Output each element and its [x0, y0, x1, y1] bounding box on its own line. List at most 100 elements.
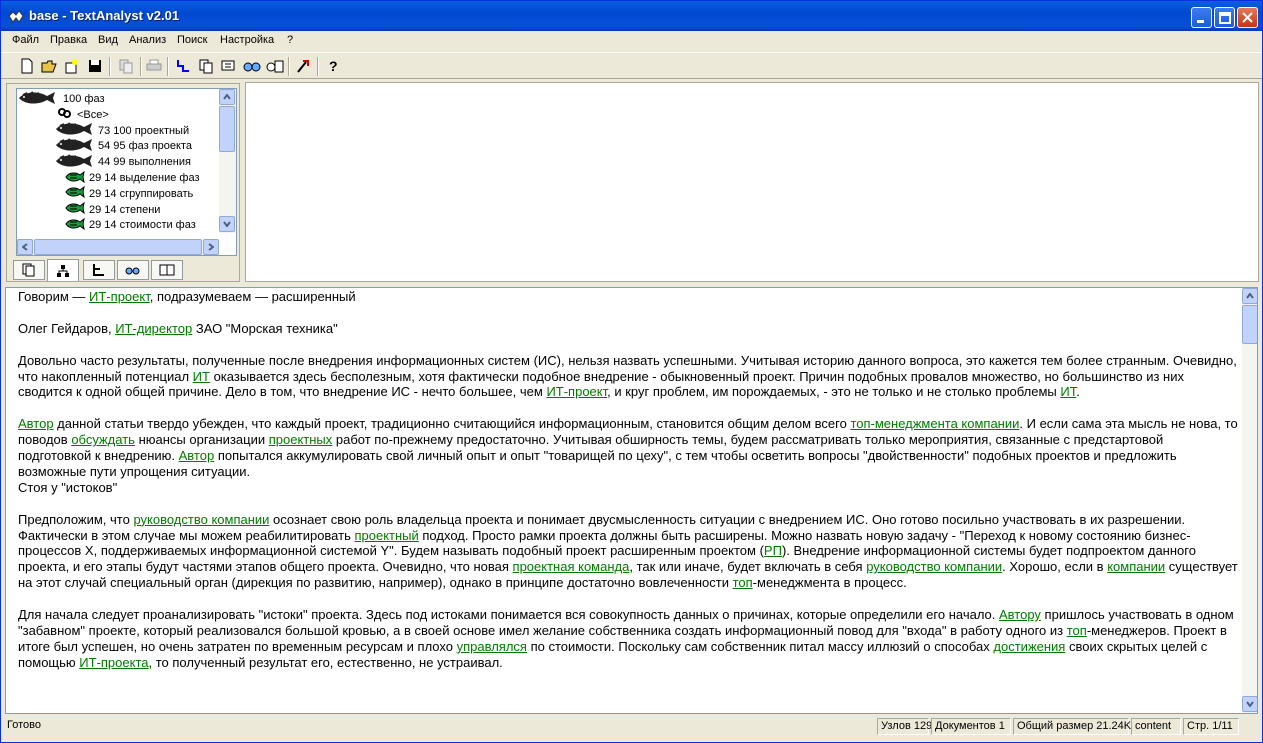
text-run: нюансы организации: [134, 432, 269, 448]
status-documents: Документов 1: [931, 718, 1011, 735]
tree-node[interactable]: 29 14 степени: [65, 201, 161, 218]
tree-node[interactable]: 29 14 стоимости фаз: [65, 217, 196, 233]
term-link[interactable]: проектный: [354, 528, 418, 543]
tab-search[interactable]: [117, 260, 149, 280]
fish-green-icon: [65, 186, 85, 201]
term-link[interactable]: РП: [764, 543, 782, 558]
copy-button[interactable]: [116, 56, 136, 76]
analyze-button[interactable]: [219, 56, 239, 76]
copy-icon: [119, 59, 133, 74]
menu-analysis[interactable]: Анализ: [129, 34, 166, 46]
text-run: Говорим —: [18, 289, 90, 304]
text-run: . Хорошо, если в: [1002, 559, 1108, 575]
text-run: , подразумеваем — расширенный: [149, 289, 356, 304]
term-link[interactable]: руководство компании: [133, 512, 269, 527]
tree-node[interactable]: 44 99 выполнения: [54, 153, 191, 171]
scroll-right-button[interactable]: [203, 239, 219, 255]
term-link[interactable]: управлялся: [457, 639, 527, 654]
tree-node[interactable]: 54 95 фаз проекта: [54, 138, 192, 154]
tab-tree[interactable]: [47, 259, 79, 281]
document-text-view[interactable]: Говорим — ИТ-проект, подразумеваем — рас…: [5, 287, 1258, 714]
tab-results[interactable]: [151, 260, 183, 280]
results-tab-icon: [159, 264, 175, 276]
scroll-up-button[interactable]: [219, 89, 235, 105]
tree-node[interactable]: <Все>: [57, 107, 109, 123]
text-paragraph: Предположим, что руководство компании ос…: [18, 512, 1240, 592]
tree-horizontal-scrollbar[interactable]: [17, 239, 219, 255]
fish-green-icon: [65, 217, 85, 233]
term-link[interactable]: ИТ: [1060, 384, 1076, 399]
text-scroll-down-button[interactable]: [1242, 696, 1257, 712]
search-button[interactable]: [242, 56, 262, 76]
fish-green-icon: [65, 201, 85, 217]
term-link[interactable]: достижения: [993, 639, 1065, 654]
term-link[interactable]: проектная команда: [513, 559, 630, 574]
term-link[interactable]: Автор: [18, 416, 54, 431]
search-icon: [243, 62, 261, 72]
tab-structure[interactable]: [83, 260, 115, 280]
chevron-right-icon: [208, 243, 214, 251]
save-button[interactable]: [85, 56, 105, 76]
term-link[interactable]: ИТ-проект: [89, 289, 150, 304]
menu-file[interactable]: Файл: [12, 34, 39, 46]
term-link[interactable]: ИТ-проекта: [79, 655, 148, 670]
documents-button[interactable]: [196, 56, 216, 76]
menu-help[interactable]: ?: [287, 34, 293, 46]
maximize-button[interactable]: [1214, 7, 1235, 28]
term-link[interactable]: топ-менеджмента компании: [850, 416, 1019, 431]
text-run: , так или иначе, будет включать в себя: [629, 559, 867, 575]
text-run: ЗАО "Морская техника": [192, 320, 338, 336]
title-bar[interactable]: base - TextAnalyst v2.01: [1, 1, 1262, 31]
term-link[interactable]: компании: [1107, 559, 1165, 574]
fish-large-icon: [54, 153, 94, 171]
tree-node[interactable]: 73 100 проектный: [54, 122, 189, 139]
tree-button[interactable]: [173, 56, 193, 76]
menu-edit[interactable]: Правка: [50, 34, 87, 46]
tree-vertical-scrollbar[interactable]: [219, 89, 236, 233]
tree-hscroll-thumb[interactable]: [34, 239, 202, 255]
tree-node-label: 29 14 степени: [89, 203, 161, 216]
tree-node[interactable]: 100 фаз: [17, 90, 105, 107]
semantic-tree[interactable]: 100 фаз <Все> 73 100 проектный 54 95 фаз пр…: [16, 88, 237, 256]
settings-button[interactable]: [293, 56, 313, 76]
window-title: base - TextAnalyst v2.01: [29, 8, 180, 23]
text-vertical-scrollbar[interactable]: [1242, 288, 1257, 713]
term-link[interactable]: обсуждать: [71, 432, 135, 447]
term-link[interactable]: ИТ: [193, 369, 210, 384]
menu-view[interactable]: Вид: [98, 34, 118, 46]
replace-button[interactable]: [265, 56, 285, 76]
properties-button[interactable]: [62, 56, 82, 76]
help-button[interactable]: ?: [323, 56, 343, 76]
text-scroll-up-button[interactable]: [1242, 288, 1257, 304]
print-button[interactable]: [144, 56, 164, 76]
scroll-left-button[interactable]: [17, 239, 33, 255]
term-link[interactable]: ИТ-директор: [115, 321, 192, 336]
menu-search[interactable]: Поиск: [177, 34, 207, 46]
tree-node-label: 29 14 сгруппировать: [89, 187, 194, 200]
term-link[interactable]: проектных: [269, 432, 333, 447]
tree-scroll-thumb[interactable]: [219, 106, 235, 152]
menu-bar: Файл Правка Вид Анализ Поиск Настройка ?: [1, 31, 1262, 51]
tab-documents[interactable]: [13, 260, 45, 280]
menu-settings[interactable]: Настройка: [220, 34, 274, 46]
replace-icon: [266, 60, 284, 73]
term-link[interactable]: Автор: [179, 448, 215, 463]
term-link[interactable]: ИТ-проект: [546, 384, 607, 399]
minimize-button[interactable]: [1191, 7, 1212, 28]
text-scroll-thumb[interactable]: [1242, 305, 1257, 344]
minimize-icon: [1197, 20, 1204, 23]
text-run: Олег Гейдаров,: [18, 320, 116, 336]
term-link[interactable]: руководство компании: [866, 559, 1002, 574]
term-link[interactable]: топ: [1067, 623, 1087, 638]
status-bar: Готово Узлов 129 Документов 1 Общий разм…: [1, 716, 1262, 736]
tree-node[interactable]: 29 14 сгруппировать: [65, 186, 193, 202]
close-button[interactable]: [1237, 7, 1258, 28]
new-button[interactable]: [17, 56, 37, 76]
scroll-down-button[interactable]: [219, 216, 235, 232]
text-paragraph: Говорим — ИТ-проект, подразумеваем — рас…: [18, 289, 1240, 305]
tree-node[interactable]: 29 14 выделение фаз: [65, 170, 200, 186]
term-link[interactable]: топ: [733, 575, 753, 590]
term-link[interactable]: Автору: [999, 607, 1041, 622]
results-pane[interactable]: [245, 82, 1259, 282]
open-button[interactable]: [39, 56, 59, 76]
